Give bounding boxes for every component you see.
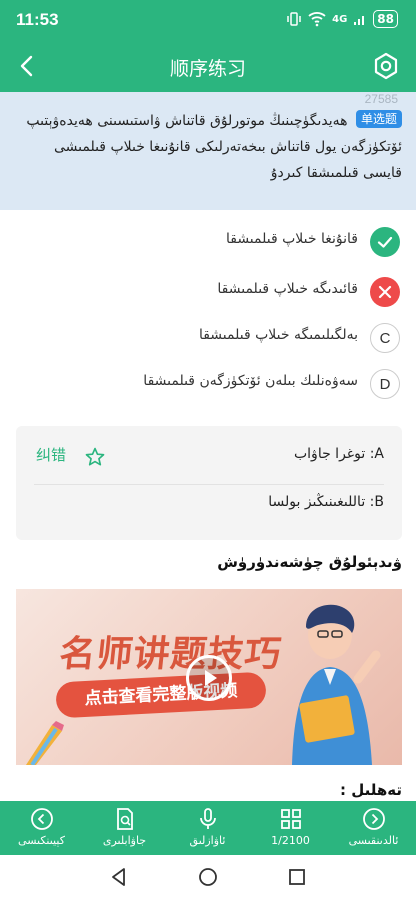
audio-label: ئاۋازلىق <box>189 834 226 847</box>
option-c[interactable]: C بەلگىلىمىگە خىلاپ قىلمىشقا <box>0 318 416 362</box>
question-number: 27585 <box>364 92 398 106</box>
option-label: قانۇنغا خىلاپ قىلمىشقا <box>225 231 358 247</box>
grid-icon <box>281 809 301 829</box>
teacher-illustration <box>292 604 381 765</box>
chevron-right-circle-icon <box>363 808 385 830</box>
wifi-icon <box>308 12 326 27</box>
chevron-left-circle-icon <box>31 808 53 830</box>
answer-divider <box>34 484 384 485</box>
option-label: سەۋەنلىك بىلەن ئۆتكۈزگەن قىلمىشقا <box>143 373 358 389</box>
question-type-badge: 单选题 <box>355 110 402 128</box>
answer-sheet-icon <box>117 808 133 830</box>
favorite-star-icon[interactable] <box>84 446 106 468</box>
settings-icon[interactable] <box>370 50 402 82</box>
status-time: 11:53 <box>16 10 59 29</box>
option-d[interactable]: D سەۋەنلىك بىلەن ئۆتكۈزگەن قىلمىشقا <box>0 364 416 408</box>
bottom-toolbar: كېيىنكىسى جاۋابلىرى ئاۋازلىق 1/2100 ئالد… <box>0 801 416 855</box>
option-key: C <box>370 323 400 353</box>
wrong-cross-icon <box>370 277 400 307</box>
report-error-button[interactable]: 纠错 <box>36 444 66 465</box>
previous-button[interactable]: ئالدىنقىسى <box>332 801 415 855</box>
previous-label: ئالدىنقىسى <box>348 834 399 847</box>
nav-back-icon[interactable] <box>108 866 130 888</box>
your-answer: B: تاللىغىنىڭىز بولسا <box>268 494 384 510</box>
play-button[interactable] <box>186 655 232 701</box>
page-title: 顺序练习 <box>169 58 246 80</box>
video-thumbnail[interactable]: 名师讲题技巧 点击查看完整版视频 <box>16 589 402 765</box>
network-type: 4G <box>332 13 348 25</box>
answers-label: جاۋابلىرى <box>102 834 147 847</box>
app-bar: 顺序练习 <box>0 40 416 92</box>
option-label: قائىدىگە خىلاپ قىلمىشقا <box>217 281 358 297</box>
option-label: بەلگىلىمىگە خىلاپ قىلمىشقا <box>198 327 358 343</box>
question-card: 27585 单选题 ھەيدىگۈچىنىڭ موتورلۇق قاتناش ۋ… <box>0 92 416 210</box>
question-grid-button[interactable]: 1/2100 <box>249 801 332 855</box>
nav-recents-icon[interactable] <box>286 866 308 888</box>
status-bar: 11:53 4G 88 <box>0 0 416 40</box>
audio-button[interactable]: ئاۋازلىق <box>166 801 249 855</box>
status-icons: 4G 88 <box>286 10 398 28</box>
next-button[interactable]: كېيىنكىسى <box>0 801 83 855</box>
pencil-illustration <box>26 721 64 765</box>
progress-label: 1/2100 <box>271 834 310 847</box>
option-a[interactable]: قانۇنغا خىلاپ قىلمىشقا <box>0 222 416 266</box>
signal-icon <box>354 16 365 25</box>
question-text: ھەيدىگۈچىنىڭ موتورلۇق قاتناش ۋاستىسىنى ھ… <box>26 113 402 181</box>
option-b[interactable]: قائىدىگە خىلاپ قىلمىشقا <box>0 272 416 316</box>
correct-answer: A: توغرا جاۋاب <box>293 446 384 462</box>
nav-home-icon[interactable] <box>197 866 219 888</box>
next-label: كېيىنكىسى <box>18 834 65 847</box>
analysis-title: تەھلىل : <box>340 781 402 799</box>
microphone-icon <box>200 808 216 829</box>
option-key: D <box>370 369 400 399</box>
question-text-block: 单选题 ھەيدىگۈچىنىڭ موتورلۇق قاتناش ۋاستىسى… <box>14 108 402 186</box>
answer-panel: 纠错 A: توغرا جاۋاب B: تاللىغىنىڭىز بولسا <box>16 426 402 540</box>
battery-indicator: 88 <box>373 10 398 28</box>
answers-button[interactable]: جاۋابلىرى <box>83 801 166 855</box>
video-headline: 名师讲题技巧 <box>57 634 284 675</box>
system-nav-bar <box>0 855 416 900</box>
vibrate-icon <box>287 12 301 26</box>
correct-check-icon <box>370 227 400 257</box>
video-section-title: ۋىدېئولۇق چۈشەندۈرۈش <box>217 553 402 571</box>
